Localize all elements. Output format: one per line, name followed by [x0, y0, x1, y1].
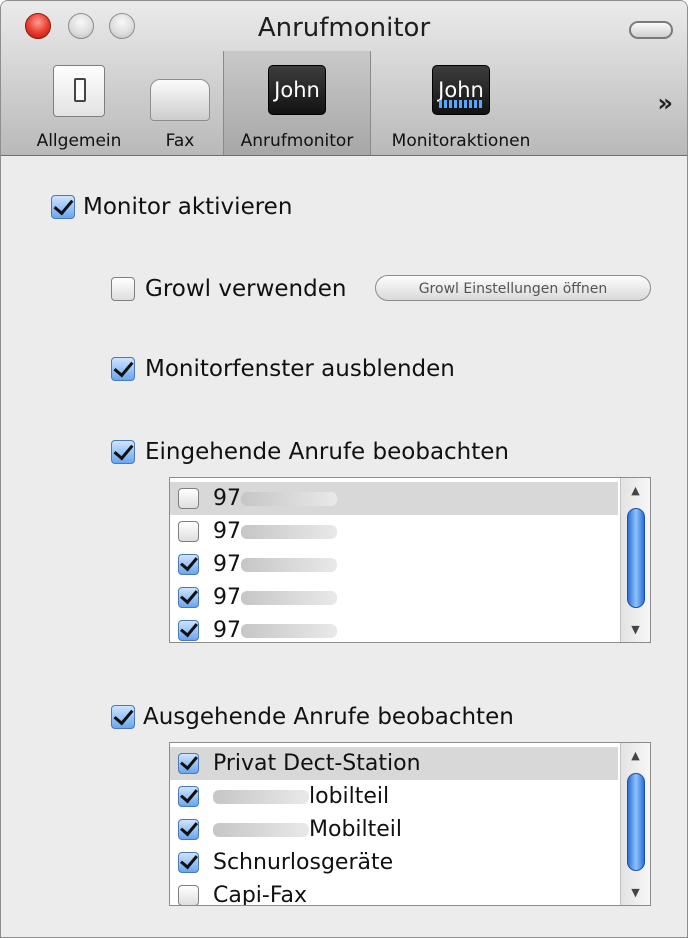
growl-settings-button[interactable]: Growl Einstellungen öffnen: [375, 275, 651, 301]
ausgehend-checkbox[interactable]: Ausgehende Anrufe beobachten: [111, 704, 514, 730]
list-item[interactable]: 97: [170, 581, 618, 614]
redacted-text: [241, 590, 337, 605]
list-item-label: lobilteil: [309, 784, 390, 809]
monitorfenster-label: Monitorfenster ausblenden: [145, 356, 455, 382]
list-item-checkbox[interactable]: [178, 587, 199, 608]
list-item-label: 97: [213, 585, 241, 610]
switch-icon: [53, 65, 105, 117]
john-icon-badge: John: [274, 78, 320, 102]
redacted-text: [213, 789, 309, 804]
list-item-checkbox[interactable]: [178, 819, 199, 840]
list-item-checkbox[interactable]: [178, 786, 199, 807]
eingehend-box[interactable]: [111, 440, 135, 464]
fax-icon: [150, 79, 210, 121]
tab-allgemein[interactable]: Allgemein: [29, 51, 129, 155]
scroll-down-icon[interactable]: ▼: [621, 886, 650, 899]
list-item-checkbox[interactable]: [178, 488, 199, 509]
tab-allgemein-label: Allgemein: [36, 131, 122, 151]
list-item-checkbox[interactable]: [178, 554, 199, 575]
monitor-aktivieren-box[interactable]: [51, 195, 75, 219]
tab-monitoraktionen-label: Monitoraktionen: [391, 131, 531, 151]
outgoing-list[interactable]: Privat Dect-Station lobilteil Mobilteil …: [169, 742, 651, 906]
list-item-label: Mobilteil: [309, 817, 403, 842]
list-item-label: 97: [213, 486, 241, 511]
list-item-checkbox[interactable]: [178, 852, 199, 873]
scroll-up-icon[interactable]: ▲: [621, 749, 650, 762]
toolbar-toggle-button[interactable]: [629, 21, 673, 39]
scroll-down-icon[interactable]: ▼: [621, 623, 650, 636]
list-item-label: Privat Dect-Station: [213, 751, 421, 776]
preferences-window: Anrufmonitor Allgemein Fax John Anrufmon…: [0, 0, 688, 938]
list-item[interactable]: 97: [170, 548, 618, 581]
scroll-thumb[interactable]: [627, 508, 645, 608]
toolbar-overflow-icon[interactable]: »: [657, 89, 673, 117]
toolbar: Anrufmonitor Allgemein Fax John Anrufmon…: [1, 1, 687, 156]
scroll-up-icon[interactable]: ▲: [621, 484, 650, 497]
eingehend-label: Eingehende Anrufe beobachten: [145, 439, 510, 465]
list-item-label: 97: [213, 519, 241, 544]
tab-monitoraktionen[interactable]: John Monitoraktionen: [375, 51, 547, 155]
tab-fax[interactable]: Fax: [141, 51, 219, 155]
incoming-scrollbar[interactable]: ▲ ▼: [620, 478, 650, 642]
list-item-label: Schnurlosgeräte: [213, 850, 394, 875]
list-item-checkbox[interactable]: [178, 521, 199, 542]
anrufmonitor-pane: Monitor aktivieren Growl verwenden Growl…: [1, 156, 687, 937]
list-item[interactable]: Privat Dect-Station: [170, 747, 618, 780]
eingehend-checkbox[interactable]: Eingehende Anrufe beobachten: [111, 439, 509, 465]
tab-anrufmonitor-label: Anrufmonitor: [240, 131, 354, 151]
window-title: Anrufmonitor: [257, 13, 431, 43]
list-item-label: 97: [213, 618, 241, 643]
list-item[interactable]: lobilteil: [170, 780, 618, 813]
john-wave-icon-badge: John: [438, 78, 484, 102]
redacted-text: [213, 822, 309, 837]
growl-box[interactable]: [111, 277, 135, 301]
john-wave-icon: John: [432, 65, 490, 115]
monitorfenster-checkbox[interactable]: Monitorfenster ausblenden: [111, 356, 455, 382]
tab-fax-label: Fax: [165, 131, 195, 151]
growl-label: Growl verwenden: [145, 276, 347, 302]
monitor-aktivieren-checkbox[interactable]: Monitor aktivieren: [51, 194, 292, 220]
list-item[interactable]: 97: [170, 614, 618, 643]
list-item[interactable]: Schnurlosgeräte: [170, 846, 618, 879]
outgoing-scrollbar[interactable]: ▲ ▼: [620, 743, 650, 905]
list-item-checkbox[interactable]: [178, 885, 199, 905]
redacted-text: [241, 524, 337, 539]
monitorfenster-box[interactable]: [111, 357, 135, 381]
tab-anrufmonitor[interactable]: John Anrufmonitor: [223, 51, 371, 155]
incoming-list[interactable]: 97 97 97 97 97 ▲ ▼: [169, 477, 651, 643]
ausgehend-label: Ausgehende Anrufe beobachten: [143, 704, 514, 730]
list-item-checkbox[interactable]: [178, 753, 199, 774]
john-icon: John: [268, 65, 326, 115]
list-item[interactable]: Mobilteil: [170, 813, 618, 846]
list-item[interactable]: Capi-Fax: [170, 879, 618, 906]
list-item[interactable]: 97: [170, 515, 618, 548]
monitor-aktivieren-label: Monitor aktivieren: [83, 194, 293, 220]
redacted-text: [241, 557, 337, 572]
ausgehend-box[interactable]: [111, 705, 135, 729]
redacted-text: [241, 491, 337, 506]
list-item-label: 97: [213, 552, 241, 577]
growl-checkbox[interactable]: Growl verwenden: [111, 276, 346, 302]
redacted-text: [241, 623, 337, 638]
list-item[interactable]: 97: [170, 482, 618, 515]
list-item-checkbox[interactable]: [178, 620, 199, 641]
scroll-thumb[interactable]: [627, 773, 645, 871]
list-item-label: Capi-Fax: [213, 883, 307, 906]
